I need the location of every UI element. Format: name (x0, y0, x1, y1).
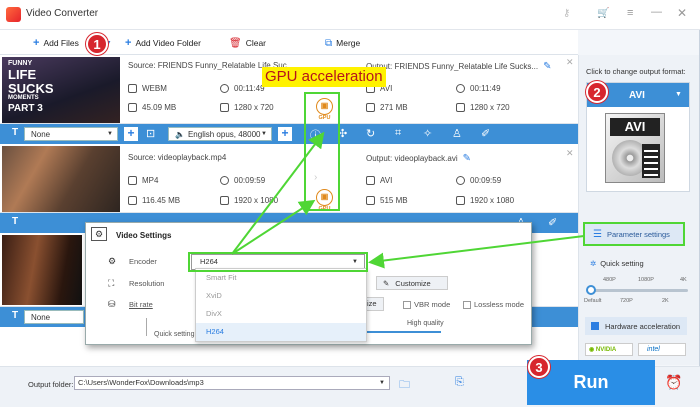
output-folder-label: Output folder: (28, 380, 74, 389)
chevron-down-icon[interactable]: ▼ (379, 377, 385, 389)
arrow-to-gpu-2 (231, 199, 316, 255)
step-badge-3: 3 (528, 356, 550, 378)
output-folder-path-input[interactable]: C:\Users\WonderFox\Downloads\mp3 ▼ (74, 376, 390, 390)
step-badge-2: 2 (586, 81, 608, 103)
step-badge-1: 1 (86, 33, 108, 55)
folder-icon[interactable]: 🗀 (399, 376, 410, 395)
arrow-to-encoder (368, 235, 585, 269)
open-output-icon[interactable]: ⎘ (455, 376, 464, 389)
alarm-clock-icon[interactable]: ⏰ (665, 374, 682, 391)
arrow-to-gpu-1 (231, 131, 325, 255)
callout-arrows (231, 131, 585, 269)
